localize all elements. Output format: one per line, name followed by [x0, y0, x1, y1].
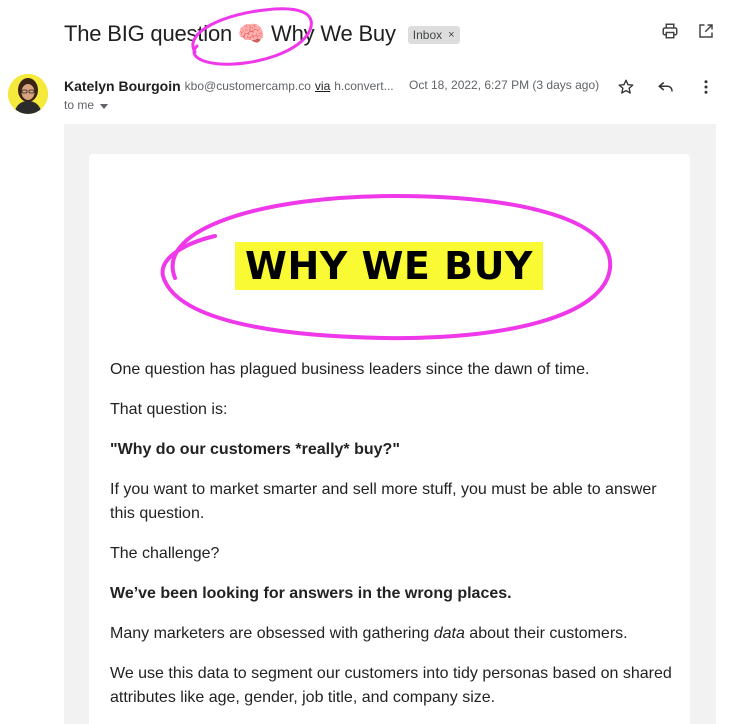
body-paragraph-5: The challenge? [110, 545, 220, 562]
via-link[interactable]: via [315, 79, 330, 93]
body-paragraph-1: One question has plagued business leader… [110, 361, 590, 378]
paragraph-7-end: about their customers. [464, 625, 628, 642]
more-vert-icon[interactable] [697, 78, 715, 96]
message-actions [617, 78, 715, 96]
recipients-toggle[interactable]: to me [64, 98, 109, 112]
body-paragraph-8: We use this data to segment our customer… [110, 665, 672, 706]
open-in-new-window-icon[interactable] [697, 22, 715, 40]
logo-text: WHY WE BUY [235, 242, 543, 290]
email-subject: The BIG question 🧠 Why We Buy [64, 21, 396, 46]
print-icon[interactable] [661, 22, 679, 40]
sender-name[interactable]: Katelyn Bourgoin [64, 78, 181, 94]
sender-line: Katelyn Bourgoin kbo@customercamp.co via… [64, 78, 394, 94]
to-label: to me [64, 98, 95, 112]
body-paragraph-2: That question is: [110, 401, 228, 418]
subject-row: The BIG question 🧠 Why We Buy Inbox × [64, 18, 460, 50]
email-body: WHY WE BUY One question has plagued busi… [64, 124, 716, 724]
chevron-down-icon[interactable] [100, 103, 109, 109]
body-paragraph-3: "Why do our customers *really* buy?" [110, 441, 400, 458]
body-paragraph-4: If you want to market smarter and sell m… [110, 481, 657, 522]
star-icon[interactable] [617, 78, 635, 96]
body-paragraph-7: Many marketers are obsessed with gatheri… [110, 622, 680, 646]
message-date: Oct 18, 2022, 6:27 PM (3 days ago) [409, 78, 600, 92]
body-paragraph-6: We’ve been looking for answers in the wr… [110, 585, 512, 602]
remove-label-icon[interactable]: × [448, 29, 454, 41]
paragraph-7-start: Many marketers are obsessed with gatheri… [110, 625, 434, 642]
paragraph-7-emphasis: data [433, 625, 465, 642]
newsletter-card: WHY WE BUY One question has plagued busi… [89, 154, 690, 724]
inbox-label-text: Inbox [412, 28, 443, 42]
newsletter-logo: WHY WE BUY [235, 242, 543, 290]
sender-avatar[interactable] [8, 74, 48, 114]
reply-icon[interactable] [657, 78, 675, 96]
sender-email: kbo@customercamp.co [184, 79, 311, 93]
thread-toolbar [661, 22, 715, 40]
inbox-label-chip[interactable]: Inbox × [407, 26, 460, 44]
via-domain: h.convert... [334, 79, 394, 93]
